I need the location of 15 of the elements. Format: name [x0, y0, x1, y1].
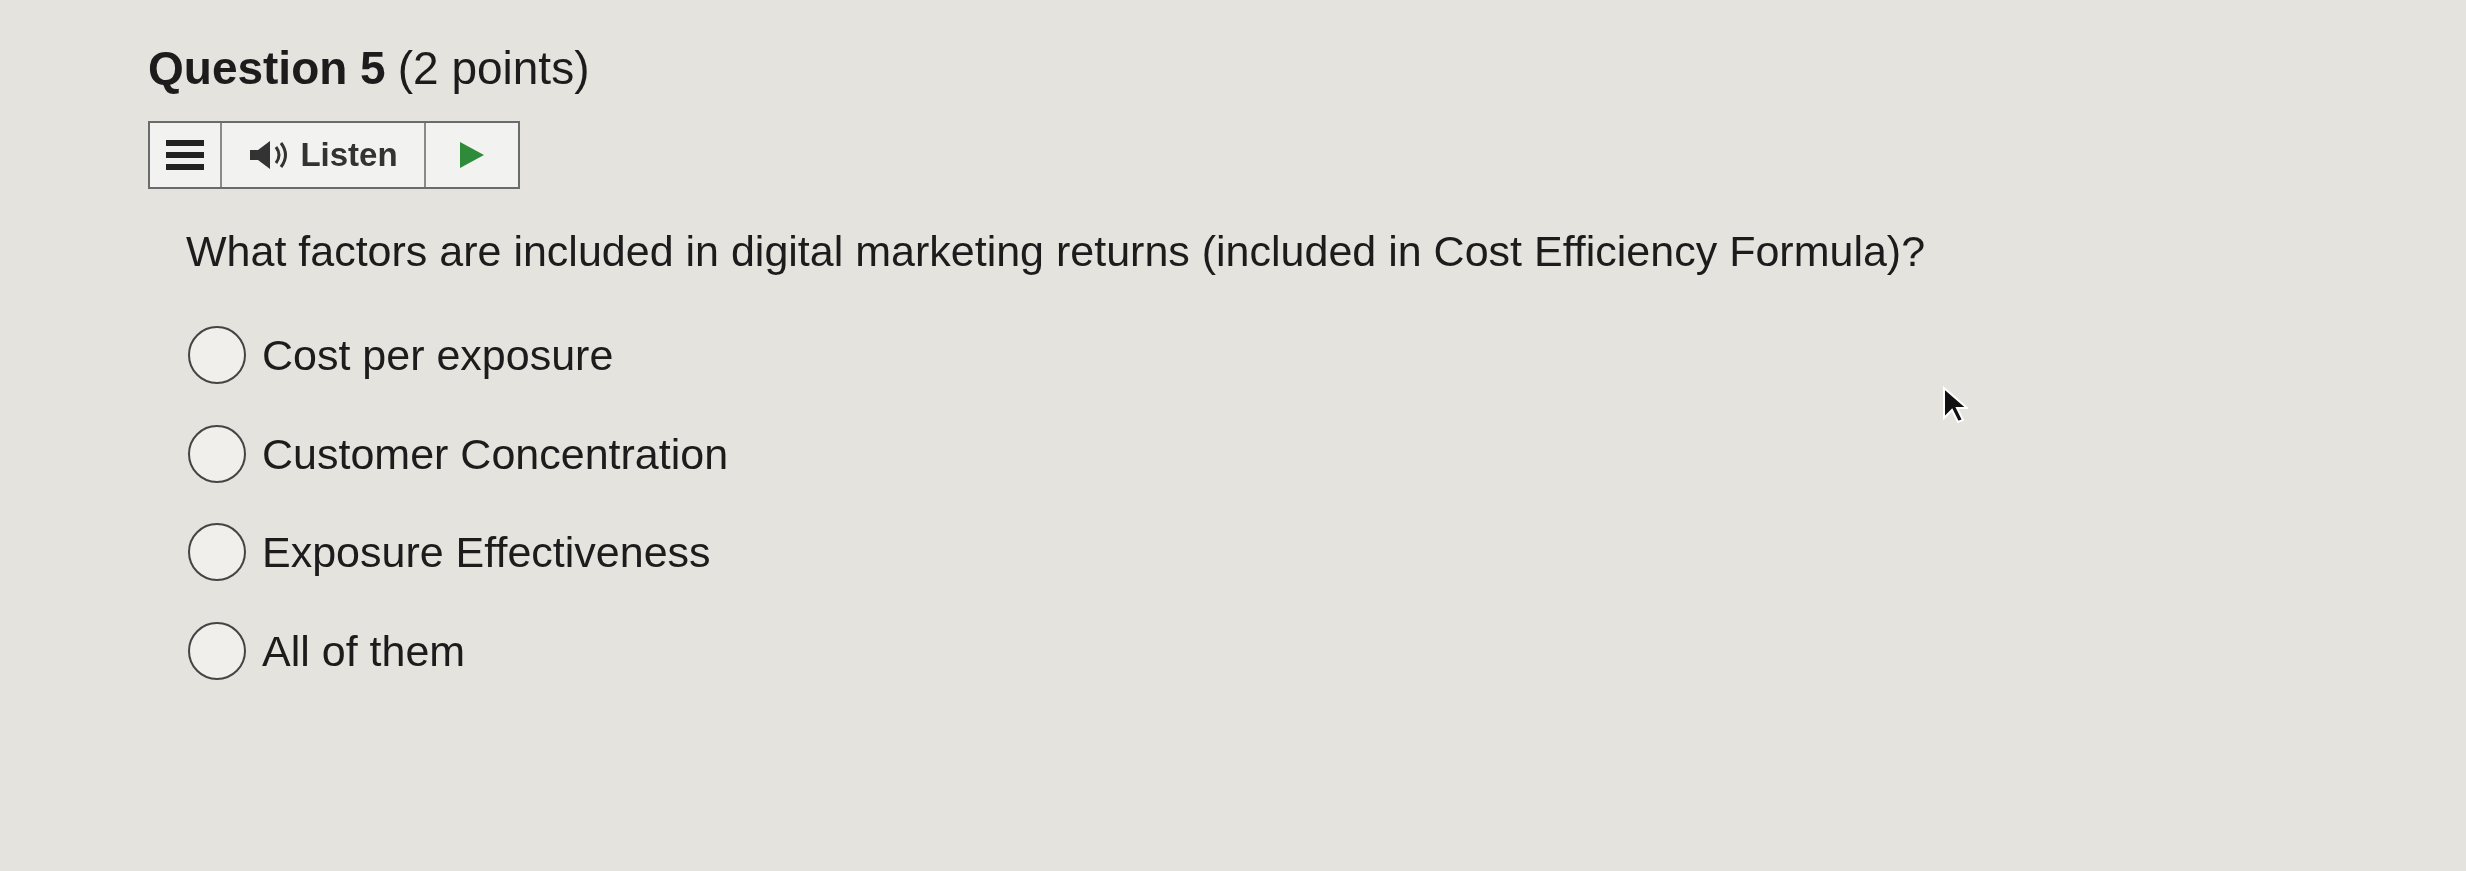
- question-points: (2 points): [397, 41, 590, 96]
- cursor-icon: [1942, 386, 1968, 424]
- menu-icon: [166, 140, 204, 170]
- question-text: What factors are included in digital marketing returns (included in Cost Efficiency Formula)?: [186, 226, 1927, 277]
- radio-button[interactable]: [188, 424, 246, 483]
- play-icon: [458, 140, 486, 170]
- radio-button[interactable]: [188, 326, 246, 385]
- radio-button[interactable]: [188, 523, 246, 582]
- radio-button[interactable]: [188, 621, 246, 680]
- option-label: All of them: [262, 625, 466, 677]
- option-label: Exposure Effectiveness: [262, 527, 711, 578]
- option-label: Customer Concentration: [262, 428, 729, 480]
- question-title: Question 5: [148, 41, 386, 96]
- speaker-icon: [248, 140, 289, 170]
- option-label: Cost per exposure: [262, 330, 614, 381]
